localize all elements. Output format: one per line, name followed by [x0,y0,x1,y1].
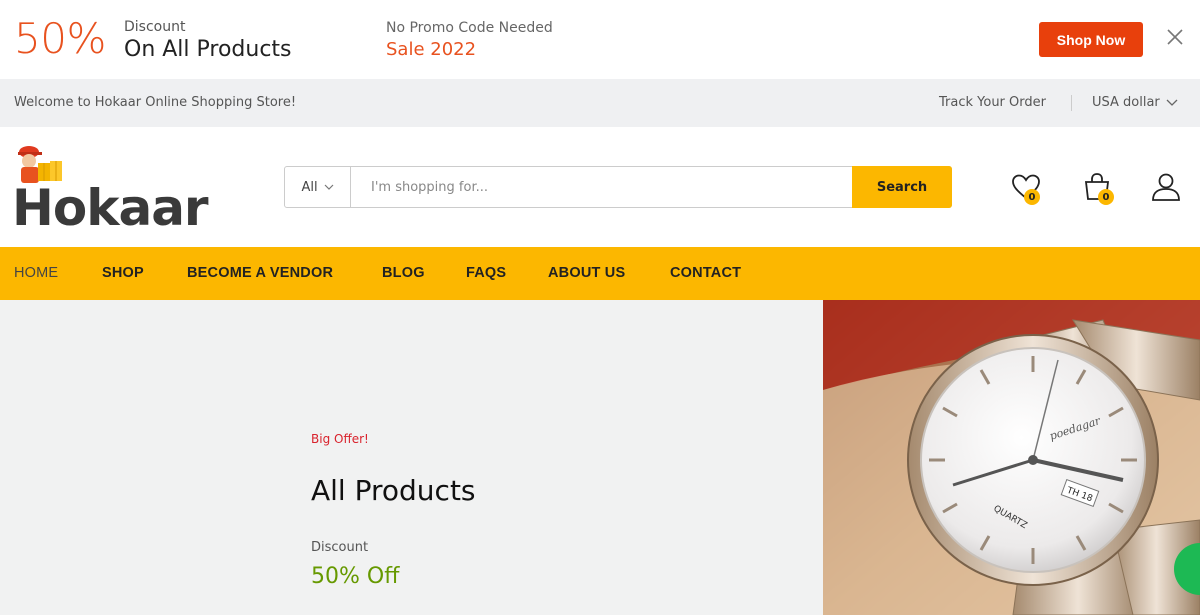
nav-faqs[interactable]: FAQS [466,265,506,281]
wishlist-count-badge: 0 [1024,189,1040,205]
cart-button[interactable]: 0 [1081,171,1114,205]
hero-title: All Products [311,474,476,507]
main-header: Hokaar All Search 0 0 [0,127,1200,247]
promo-discount-label: Discount [124,19,186,35]
logo-text: Hokaar [12,179,209,237]
promo-sale: Sale 2022 [386,39,477,60]
track-order-link[interactable]: Track Your Order [939,95,1046,110]
top-bar: Welcome to Hokaar Online Shopping Store!… [0,79,1200,127]
shop-now-button[interactable]: Shop Now [1039,22,1143,57]
promo-no-code: No Promo Code Needed [386,20,553,36]
promo-discount-text: On All Products [124,37,292,62]
nav-blog[interactable]: BLOG [382,265,425,281]
hero-discount-label: Discount [311,540,369,555]
topbar-divider [1071,95,1072,111]
currency-label: USA dollar [1092,95,1160,110]
promo-percent: 50% [14,14,106,63]
nav-become-vendor[interactable]: BECOME A VENDOR [187,265,333,281]
nav-contact[interactable]: CONTACT [670,265,741,281]
watch-image: poedagar QUARTZ TH 18 [823,300,1200,615]
search-category-label: All [301,179,318,195]
cart-count-badge: 0 [1098,189,1114,205]
promo-bar: 50% Discount On All Products No Promo Co… [0,0,1200,79]
user-icon [1152,173,1180,201]
hero-product-image: poedagar QUARTZ TH 18 [823,300,1200,615]
main-navigation: HOME SHOP BECOME A VENDOR BLOG FAQS ABOU… [0,247,1200,300]
chevron-down-icon [1166,99,1178,106]
search-category-select[interactable]: All [285,167,351,207]
wishlist-button[interactable]: 0 [1010,171,1042,205]
hero-tag: Big Offer! [311,432,369,446]
hero-discount-value: 50% Off [311,564,400,589]
welcome-text: Welcome to Hokaar Online Shopping Store! [14,95,297,110]
nav-home[interactable]: HOME [14,265,58,281]
chevron-down-icon [324,184,333,190]
nav-about-us[interactable]: ABOUT US [548,265,625,281]
close-icon[interactable] [1164,26,1186,48]
currency-selector[interactable]: USA dollar [1092,95,1178,110]
search-button[interactable]: Search [852,166,952,208]
hero-banner: Big Offer! All Products Discount 50% Off [0,300,823,615]
account-button[interactable] [1150,171,1182,203]
search-input[interactable] [351,167,852,207]
search-bar: All Search [284,166,952,208]
nav-shop[interactable]: SHOP [102,265,144,281]
site-logo[interactable]: Hokaar [12,145,222,237]
